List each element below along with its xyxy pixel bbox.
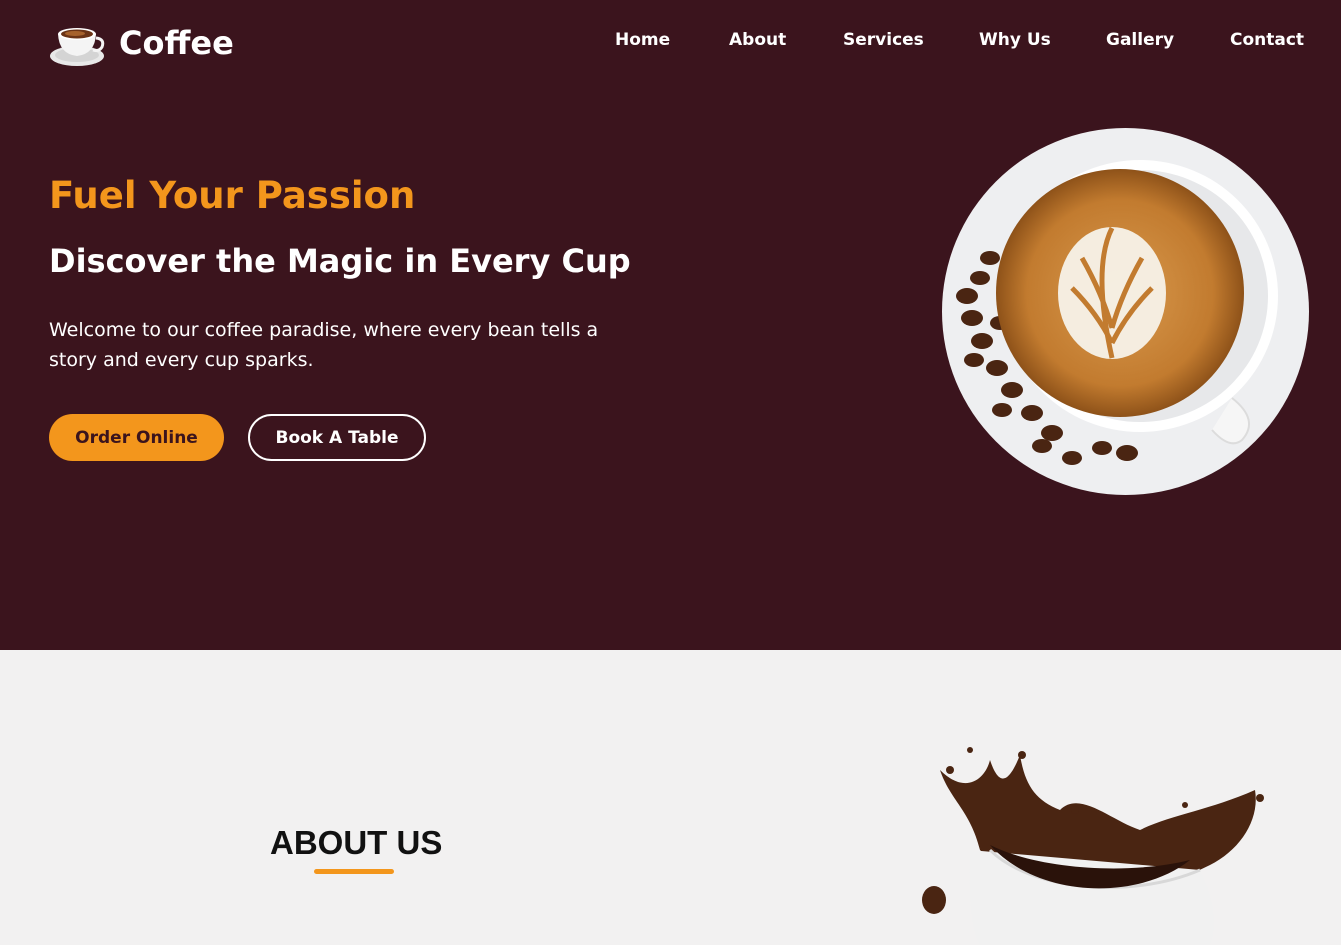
navbar: Coffee Home About Services Why Us Galler… xyxy=(0,0,1341,86)
nav-contact-link[interactable]: Contact xyxy=(1230,30,1304,50)
about-title-underline xyxy=(314,869,394,874)
nav-services-link[interactable]: Services xyxy=(843,30,924,50)
hero-tagline: Fuel Your Passion xyxy=(49,174,416,217)
about-title: ABOUT US xyxy=(270,824,443,861)
nav-about-link[interactable]: About xyxy=(729,30,786,50)
nav-links: Home About Services Why Us Gallery Conta… xyxy=(0,30,1341,56)
hero-title: Discover the Magic in Every Cup xyxy=(49,242,631,280)
latte-art-cup-image xyxy=(942,128,1309,495)
order-online-button[interactable]: Order Online xyxy=(49,414,224,461)
hero-description: Welcome to our coffee paradise, where ev… xyxy=(49,319,599,371)
coffee-splash-image xyxy=(922,747,1264,945)
nav-gallery-link[interactable]: Gallery xyxy=(1106,30,1174,50)
nav-home-link[interactable]: Home xyxy=(615,30,670,50)
book-table-button[interactable]: Book A Table xyxy=(248,414,426,461)
hero-section: Coffee Home About Services Why Us Galler… xyxy=(0,0,1341,650)
nav-why-us-link[interactable]: Why Us xyxy=(979,30,1051,50)
